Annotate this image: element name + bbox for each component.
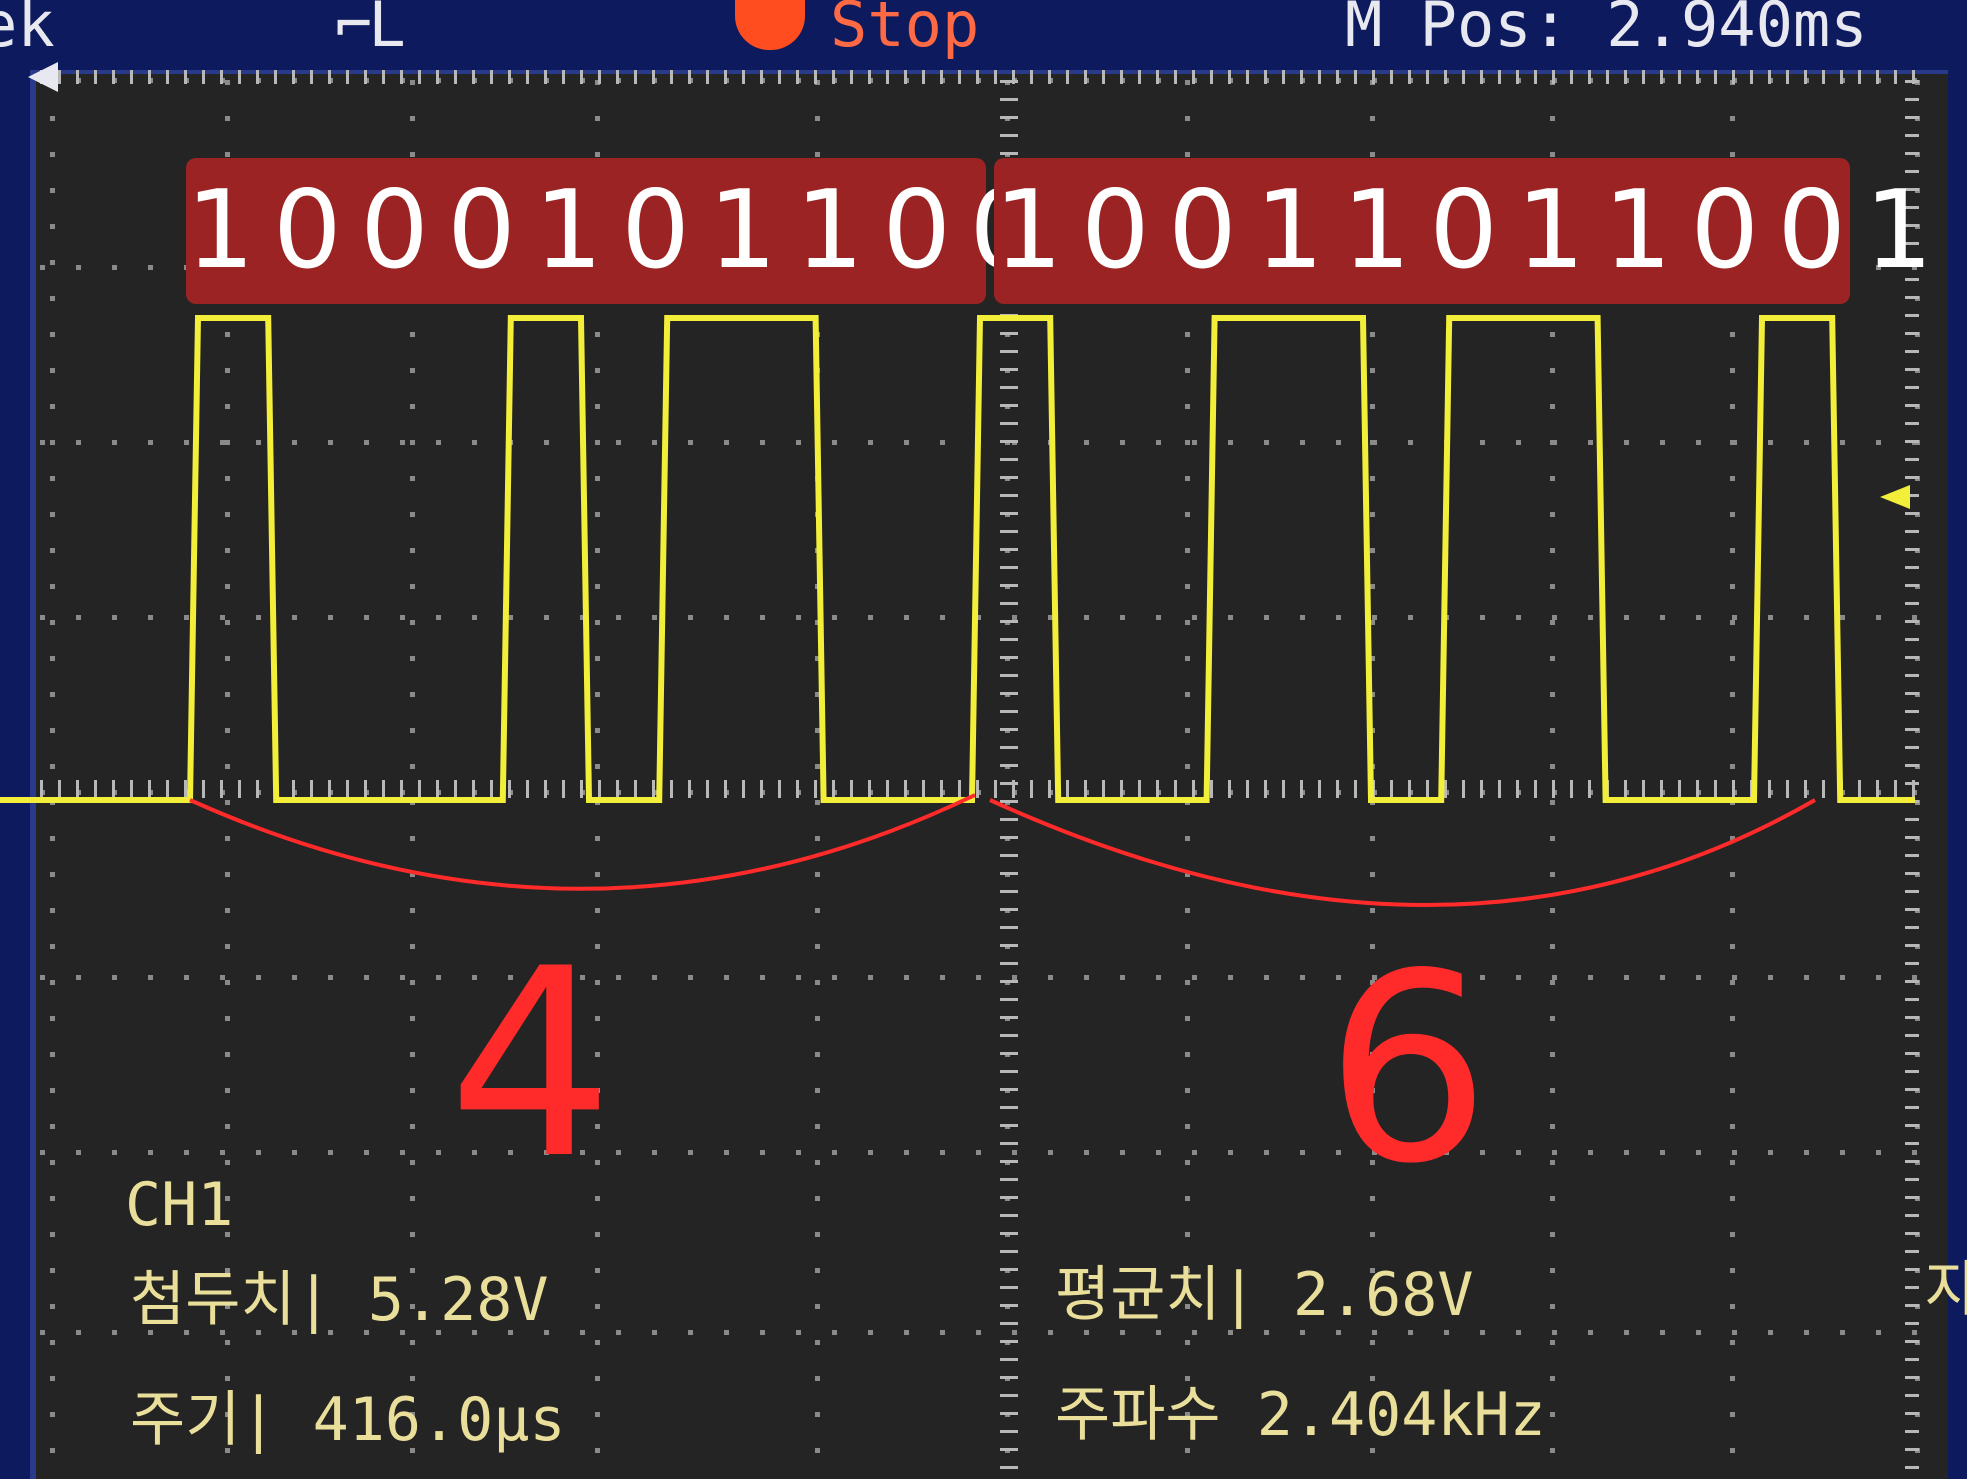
frequency-label: 주파수 [1055,1380,1221,1450]
bit-sequence-label-1: 1 0 0 0 1 0 1 1 0 0 [186,158,1038,304]
trigger-level-marker-icon [1880,485,1910,509]
peak-measurement: 첨두치| 5.28V [130,1265,549,1335]
period-label: 주기 [130,1385,241,1455]
ch1-square-wave-trace [0,315,1915,803]
frequency-measurement: 주파수 2.404kHz [1055,1380,1546,1450]
mean-measurement: 평균치| 2.68V [1055,1260,1474,1330]
mean-label: 평균치 [1055,1260,1221,1330]
decoded-digit-4: 4 [448,914,614,1216]
period-measurement: 주기| 416.0µs [130,1385,566,1455]
period-value: 416.0µs [312,1385,566,1455]
decoded-digit-6: 6 [1325,919,1491,1221]
peak-value: 5.28V [367,1265,549,1335]
trigger-position-marker-icon [28,62,58,92]
byte-1-bracket-arc [189,793,976,891]
mean-value: 2.68V [1292,1260,1474,1330]
frequency-value: 2.404kHz [1256,1380,1546,1450]
bit-sequence-label-2: 1 0 0 1 1 0 1 1 0 0 1 [994,158,1933,304]
byte-2-bracket-arc [989,798,1816,907]
cutoff-side-menu-label: 자 [1925,1255,1967,1325]
peak-label: 첨두치 [130,1265,296,1335]
channel-label: CH1 [125,1170,234,1240]
